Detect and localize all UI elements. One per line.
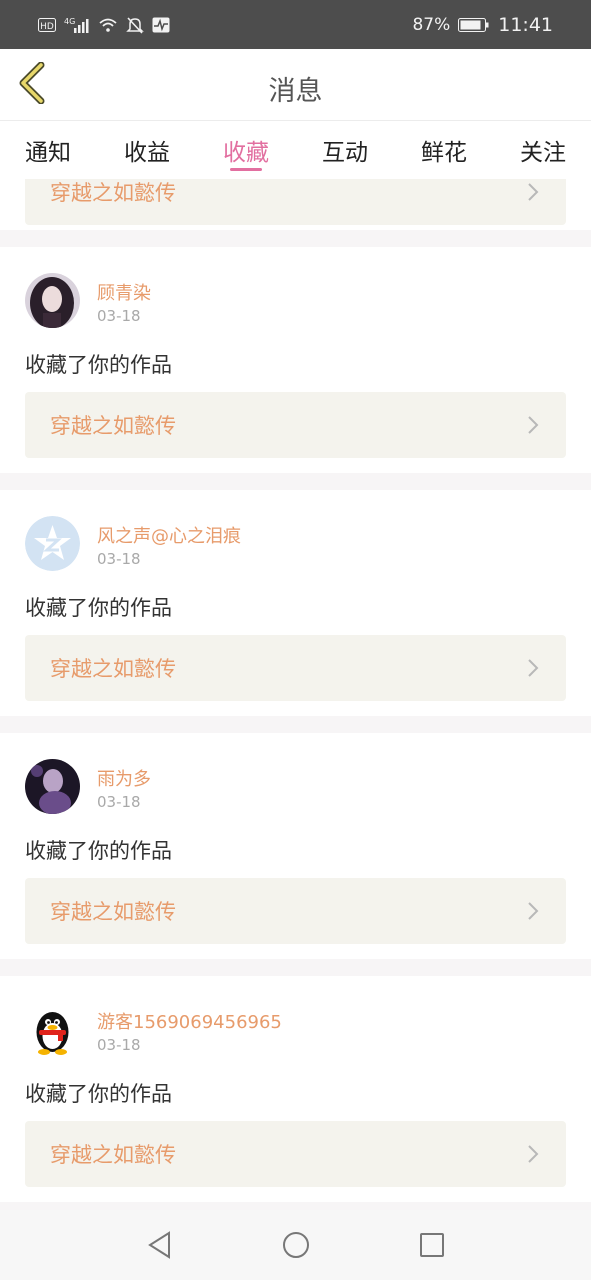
- date: 03-18: [97, 1036, 141, 1054]
- avatar[interactable]: [25, 1002, 80, 1057]
- battery-percentage: 87%: [412, 14, 451, 35]
- tab-follows[interactable]: 关注: [519, 121, 567, 179]
- status-left-icons: HD 4G: [38, 16, 170, 34]
- tab-favorites[interactable]: 收藏: [222, 121, 270, 179]
- username[interactable]: 顾青染: [97, 279, 151, 305]
- wifi-icon: [98, 17, 118, 33]
- work-title: 穿越之如懿传: [50, 181, 176, 205]
- chevron-right-icon: [526, 900, 542, 922]
- list-item: 风之声@心之泪痕 03-18 收藏了你的作品 穿越之如懿传: [0, 490, 591, 716]
- list-item: 穿越之如懿传: [0, 179, 591, 230]
- list-item: 游客1569069456965 03-18 收藏了你的作品 穿越之如懿传: [0, 976, 591, 1202]
- action-text: 收藏了你的作品: [25, 839, 172, 863]
- avatar[interactable]: [25, 516, 80, 571]
- mute-icon: [126, 16, 144, 34]
- chevron-right-icon: [526, 181, 542, 203]
- date: 03-18: [97, 307, 141, 325]
- tab-notifications[interactable]: 通知: [24, 121, 72, 179]
- username[interactable]: 风之声@心之泪痕: [97, 522, 241, 548]
- header: 消息: [0, 49, 591, 121]
- work-link[interactable]: 穿越之如懿传: [25, 1121, 566, 1187]
- work-link[interactable]: 穿越之如懿传: [25, 878, 566, 944]
- 4g-signal-icon: 4G: [64, 16, 90, 34]
- work-link[interactable]: 穿越之如懿传: [25, 635, 566, 701]
- chevron-right-icon: [526, 657, 542, 679]
- work-title: 穿越之如懿传: [50, 1143, 176, 1167]
- list-item: 顾青染 03-18 收藏了你的作品 穿越之如懿传: [0, 247, 591, 473]
- tab-earnings[interactable]: 收益: [123, 121, 171, 179]
- hd-icon: HD: [38, 17, 56, 32]
- username[interactable]: 游客1569069456965: [97, 1008, 282, 1034]
- work-title: 穿越之如懿传: [50, 414, 176, 438]
- tab-flowers[interactable]: 鲜花: [420, 121, 468, 179]
- svg-text:HD: HD: [40, 22, 54, 32]
- action-text: 收藏了你的作品: [25, 353, 172, 377]
- chevron-right-icon: [526, 1143, 542, 1165]
- chevron-right-icon: [526, 414, 542, 436]
- svg-text:4G: 4G: [64, 17, 75, 26]
- action-text: 收藏了你的作品: [25, 596, 172, 620]
- back-triangle-icon[interactable]: [145, 1230, 175, 1260]
- page-title: 消息: [268, 76, 323, 107]
- battery-icon: [458, 17, 490, 33]
- home-circle-icon[interactable]: [281, 1230, 311, 1260]
- work-title: 穿越之如懿传: [50, 657, 176, 681]
- tab-interactions[interactable]: 互动: [321, 121, 369, 179]
- date: 03-18: [97, 550, 141, 568]
- work-title: 穿越之如懿传: [50, 900, 176, 924]
- action-text: 收藏了你的作品: [25, 1082, 172, 1106]
- date: 03-18: [97, 793, 141, 811]
- status-bar: HD 4G 87% 11:41: [0, 0, 591, 49]
- list-item: 雨为多 03-18 收藏了你的作品 穿越之如懿传: [0, 733, 591, 959]
- work-link[interactable]: 穿越之如懿传: [25, 179, 566, 225]
- avatar[interactable]: [25, 759, 80, 814]
- clock: 11:41: [498, 13, 553, 36]
- avatar[interactable]: [25, 273, 80, 328]
- favorites-list: 穿越之如懿传 顾青染 03-18 收藏了你的作品 穿越之如懿传 风之声@心之泪痕…: [0, 179, 591, 1210]
- recents-square-icon[interactable]: [417, 1230, 447, 1260]
- activity-icon: [152, 17, 170, 33]
- system-nav-bar: [0, 1210, 591, 1280]
- work-link[interactable]: 穿越之如懿传: [25, 392, 566, 458]
- username[interactable]: 雨为多: [97, 765, 151, 791]
- status-right: 87% 11:41: [412, 14, 553, 36]
- tab-bar: 通知 收益 收藏 互动 鲜花 关注: [0, 121, 591, 179]
